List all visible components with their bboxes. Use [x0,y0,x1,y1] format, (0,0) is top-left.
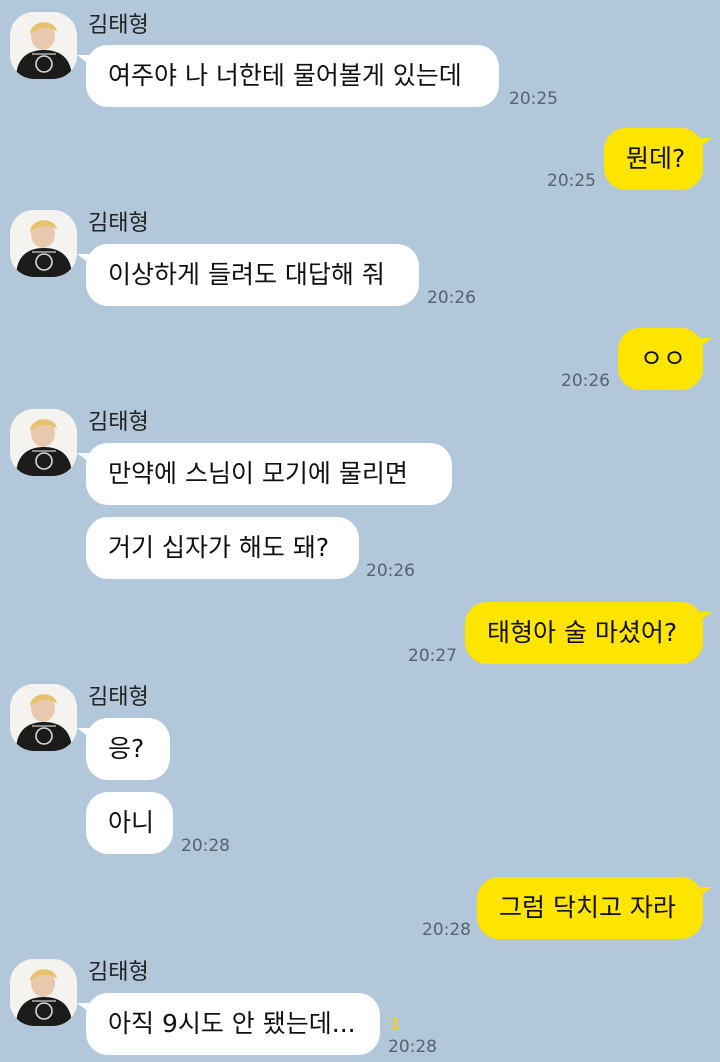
profile-avatar[interactable] [10,12,77,79]
outgoing-message[interactable]: 뭔데? [604,128,712,190]
outgoing-message[interactable]: ㅇㅇ [618,328,712,390]
chat-room: 김태형 여주야 나 너한테 물어볼게 있는데 20:25 뭔데? 20:25 김… [0,0,720,1062]
message-time: 20:25 [547,171,596,191]
incoming-message[interactable]: 여주야 나 너한테 물어볼게 있는데 [77,45,499,107]
message-time: 20:28 [422,920,471,940]
message-time: 20:25 [509,89,558,109]
incoming-message[interactable]: 거기 십자가 해도 돼? [86,517,359,579]
sender-name: 김태형 [88,410,149,435]
sender-name: 김태형 [88,960,149,985]
sender-name: 김태형 [88,211,149,236]
outgoing-message[interactable]: 태형아 술 마셨어? [465,602,712,664]
message-time: 20:28 [181,836,230,856]
profile-avatar[interactable] [10,210,77,277]
profile-avatar[interactable] [10,959,77,1026]
profile-avatar[interactable] [10,684,77,751]
outgoing-message[interactable]: 그럼 닥치고 자라 [477,877,712,939]
message-time: 20:26 [561,371,610,391]
unread-count-badge: 1 [390,1015,401,1033]
message-time: 20:27 [408,646,457,666]
incoming-message[interactable]: 이상하게 들려도 대답해 줘 [77,244,419,306]
incoming-message[interactable]: 만약에 스님이 모기에 물리면 [77,443,452,505]
sender-name: 김태형 [88,685,149,710]
sender-name: 김태형 [88,13,149,38]
incoming-message[interactable]: 아직 9시도 안 됐는데... [77,993,380,1055]
message-time: 20:26 [366,561,415,581]
message-time: 20:28 [388,1037,437,1057]
message-time: 20:26 [427,288,476,308]
profile-avatar[interactable] [10,409,77,476]
incoming-message[interactable]: 응? [77,718,170,780]
incoming-message[interactable]: 아니 [86,792,173,854]
